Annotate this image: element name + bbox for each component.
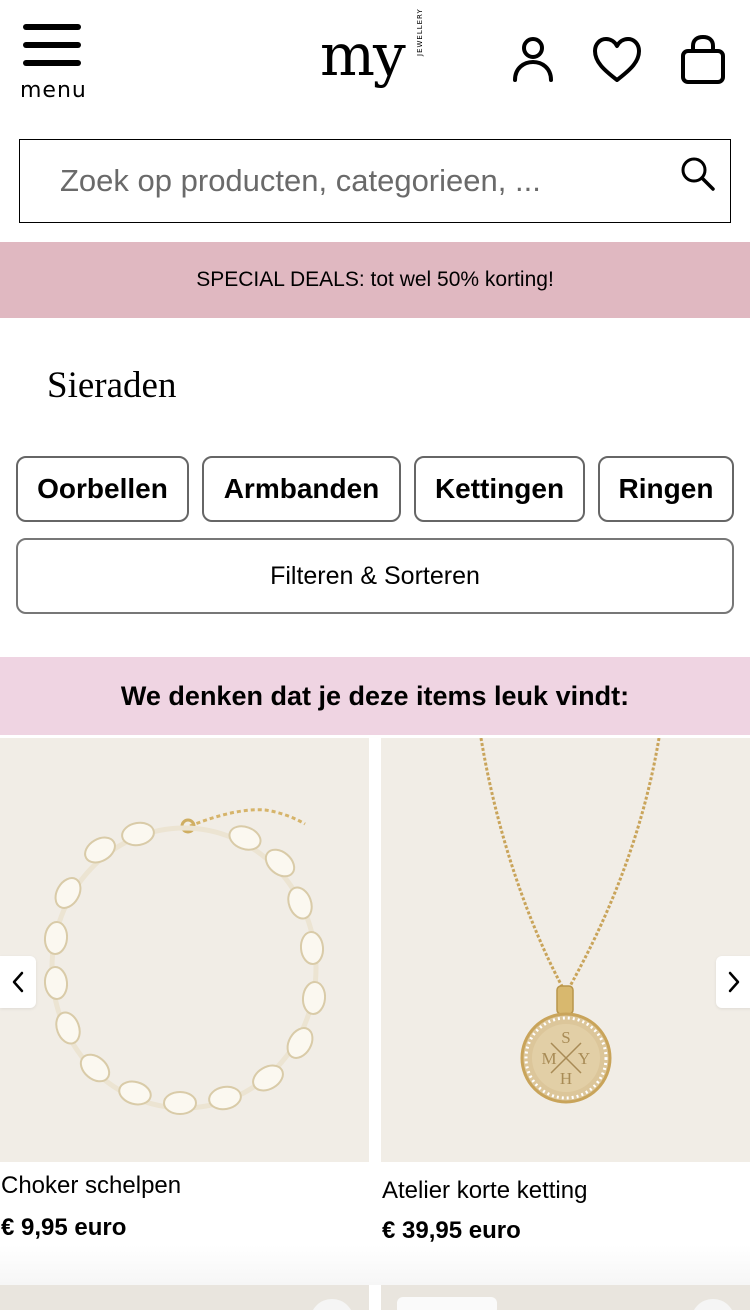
product-price: € 39,95 euro	[382, 1217, 521, 1244]
special-deals-banner[interactable]: SPECIAL DEALS: tot wel 50% korting!	[0, 242, 750, 318]
search-icon[interactable]	[680, 156, 716, 192]
product-image-ketting[interactable]: S M Y H	[381, 738, 750, 1162]
engraving-letter-h: H	[560, 1069, 572, 1088]
search-bar	[19, 139, 731, 223]
carousel-prev-button[interactable]	[0, 956, 36, 1008]
logo-subtext: JEWELLERY	[416, 8, 424, 56]
wishlist-heart-icon[interactable]	[592, 34, 642, 88]
shell-choker-illustration	[0, 738, 369, 1162]
engraving-letter-y: Y	[578, 1049, 590, 1068]
search-input[interactable]	[60, 158, 660, 204]
wishlist-heart-icon[interactable]	[691, 1299, 735, 1310]
shopping-bag-icon[interactable]	[678, 34, 728, 88]
site-header: menu my JEWELLERY	[0, 0, 750, 125]
engraving-letter-m: M	[541, 1049, 556, 1068]
product-badge	[397, 1297, 497, 1310]
logo-text: my	[320, 21, 406, 89]
chevron-right-icon	[728, 971, 740, 993]
menu-label: menu	[20, 78, 87, 103]
product-name[interactable]: Atelier korte ketting	[382, 1177, 587, 1205]
product-tile-partial[interactable]	[0, 1285, 369, 1310]
filter-sort-button[interactable]: Filteren & Sorteren	[16, 538, 734, 614]
category-chip-kettingen[interactable]: Kettingen	[414, 456, 585, 522]
chevron-left-icon	[12, 971, 24, 993]
category-chip-oorbellen[interactable]: Oorbellen	[16, 456, 189, 522]
account-icon[interactable]	[508, 34, 558, 88]
category-chip-ringen[interactable]: Ringen	[598, 456, 734, 522]
brand-logo[interactable]: my JEWELLERY	[320, 8, 432, 92]
page-title: Sieraden	[47, 365, 177, 406]
category-chip-armbanden[interactable]: Armbanden	[202, 456, 401, 522]
carousel-next-button[interactable]	[716, 956, 750, 1008]
product-price: € 9,95 euro	[1, 1214, 127, 1241]
wishlist-heart-icon[interactable]	[310, 1299, 354, 1310]
menu-button[interactable]: menu	[20, 22, 87, 103]
product-image-choker[interactable]	[0, 738, 369, 1162]
product-tile-partial[interactable]	[381, 1285, 750, 1310]
section-divider	[0, 1245, 750, 1285]
necklace-illustration: S M Y H	[381, 738, 750, 1162]
hamburger-icon	[23, 24, 81, 66]
engraving-letter-s: S	[561, 1028, 570, 1047]
recommendations-heading: We denken dat je deze items leuk vindt:	[0, 657, 750, 735]
product-name[interactable]: Choker schelpen	[1, 1172, 181, 1200]
